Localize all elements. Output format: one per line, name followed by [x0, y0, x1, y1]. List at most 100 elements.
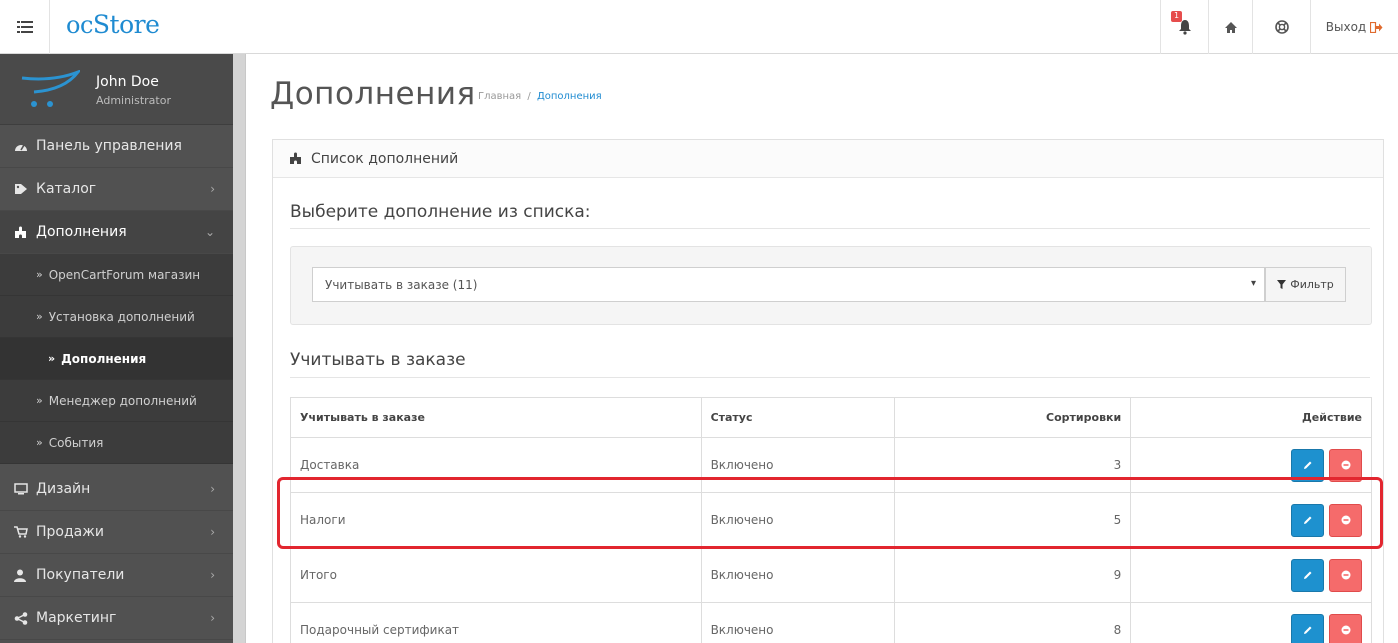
cell-name: Налоги [290, 492, 702, 548]
extensions-panel: Список дополнений Выберите дополнение из… [272, 139, 1384, 643]
section-heading: Учитывать в заказе [290, 350, 466, 370]
select-heading: Выберите дополнение из списка: [290, 202, 591, 222]
sidebar-subitem-label: Менеджер дополнений [48, 393, 197, 408]
logo[interactable]: ocStore [66, 10, 160, 40]
sidebar-subitem-installer[interactable]: » Установка дополнений [0, 296, 233, 338]
cell-name: Итого [290, 547, 702, 603]
cell-actions [1130, 547, 1372, 603]
sidebar-item-dashboard[interactable]: Панель управления [0, 125, 233, 168]
filter-well: Учитывать в заказе (11) ▾ Фильтр [290, 246, 1372, 325]
minus-circle-icon [1341, 625, 1350, 635]
breadcrumb-extensions[interactable]: Дополнения [537, 91, 602, 102]
uninstall-button[interactable] [1329, 558, 1362, 592]
double-chevron-icon: » [36, 268, 43, 281]
sidebar-item-customers[interactable]: Покупатели › [0, 554, 233, 597]
panel-heading: Список дополнений [273, 140, 1383, 178]
cell-status: Включено [700, 492, 896, 548]
table-row: Итого Включено 9 [290, 547, 1372, 603]
profile-role: Administrator [96, 94, 171, 107]
logo-store: Store [92, 10, 160, 39]
uninstall-button[interactable] [1329, 503, 1362, 537]
sidebar-subitem-extensions[interactable]: » Дополнения [0, 338, 233, 380]
table-row: Подарочный сертификат Включено 8 [290, 602, 1372, 643]
user-icon [14, 569, 36, 582]
filter-button[interactable]: Фильтр [1265, 267, 1346, 302]
sidebar-subitem-events[interactable]: » События [0, 422, 233, 464]
pencil-icon [1303, 516, 1311, 524]
cell-sort: 3 [894, 437, 1132, 493]
sidebar-item-catalog[interactable]: Каталог › [0, 168, 233, 211]
sidebar-item-extensions[interactable]: Дополнения ⌄ [0, 211, 233, 254]
notifications-button[interactable]: 1 [1160, 0, 1208, 54]
filter-label: Фильтр [1290, 278, 1334, 291]
sidebar-subitem-label: События [48, 435, 104, 450]
home-icon [1224, 21, 1237, 33]
sidebar: John Doe Administrator Панель управления… [0, 54, 233, 643]
table-row: Доставка Включено 3 [290, 437, 1372, 493]
notification-badge: 1 [1171, 11, 1182, 22]
edit-button[interactable] [1291, 613, 1324, 643]
cell-sort: 8 [894, 602, 1132, 643]
sidebar-subitem-label: Дополнения [61, 351, 147, 366]
breadcrumb-separator: / [527, 91, 531, 102]
help-button[interactable] [1252, 0, 1310, 54]
extension-type-select[interactable]: Учитывать в заказе (11) ▾ [312, 267, 1265, 302]
monitor-icon [14, 483, 36, 495]
uninstall-button[interactable] [1329, 613, 1362, 643]
sidebar-item-marketing[interactable]: Маркетинг › [0, 597, 233, 640]
page-title: Дополнения [270, 76, 476, 112]
pencil-icon [1303, 626, 1311, 634]
top-header: ocStore 1 Выход [0, 0, 1398, 54]
cell-actions [1130, 492, 1372, 548]
menu-toggle-button[interactable] [0, 0, 50, 54]
column-header-status[interactable]: Статус [700, 397, 896, 438]
uninstall-button[interactable] [1329, 448, 1362, 482]
chevron-right-icon: › [210, 482, 215, 496]
column-header-action: Действие [1130, 397, 1372, 438]
cell-name: Подарочный сертификат [290, 602, 702, 643]
chevron-right-icon: › [210, 182, 215, 196]
extensions-table: Учитывать в заказе Статус Сортировки Дей… [290, 397, 1372, 643]
edit-button[interactable] [1291, 448, 1324, 482]
pencil-icon [1303, 571, 1311, 579]
sidebar-subitem-opencartforum[interactable]: » OpenCartForum магазин [0, 254, 233, 296]
sidebar-item-label: Маркетинг [36, 610, 117, 626]
chevron-right-icon: › [210, 525, 215, 539]
chevron-down-icon: ⌄ [204, 225, 215, 239]
sidebar-item-label: Панель управления [36, 138, 182, 154]
chevron-down-icon: ▾ [1250, 278, 1256, 289]
minus-circle-icon [1341, 570, 1350, 580]
double-chevron-icon: » [36, 310, 43, 323]
logout-button[interactable]: Выход [1310, 0, 1398, 54]
sidebar-subitem-modifications[interactable]: » Менеджер дополнений [0, 380, 233, 422]
sidebar-item-label: Каталог [36, 181, 97, 197]
edit-button[interactable] [1291, 503, 1324, 537]
double-chevron-icon: » [36, 436, 43, 449]
column-header-sort[interactable]: Сортировки [894, 397, 1132, 438]
sidebar-scroll-strip[interactable] [233, 54, 246, 643]
filter-icon [1277, 280, 1287, 289]
divider [290, 377, 1370, 378]
double-chevron-icon: » [36, 394, 43, 407]
cell-status: Включено [700, 602, 896, 643]
cell-actions [1130, 437, 1372, 493]
cell-sort: 9 [894, 547, 1132, 603]
pencil-icon [1303, 461, 1311, 469]
user-profile[interactable]: John Doe Administrator [0, 54, 233, 125]
sidebar-subitem-label: Установка дополнений [48, 309, 195, 324]
column-header-name[interactable]: Учитывать в заказе [290, 397, 702, 438]
sidebar-item-sales[interactable]: Продажи › [0, 511, 233, 554]
puzzle-icon [290, 152, 301, 164]
sidebar-item-design[interactable]: Дизайн › [0, 468, 233, 511]
edit-button[interactable] [1291, 558, 1324, 592]
sign-out-icon [1370, 21, 1383, 33]
home-button[interactable] [1208, 0, 1252, 54]
lifebuoy-icon [1274, 20, 1289, 34]
profile-name: John Doe [96, 74, 159, 90]
table-header-row: Учитывать в заказе Статус Сортировки Дей… [290, 397, 1372, 438]
cell-status: Включено [700, 547, 896, 603]
breadcrumb-home[interactable]: Главная [478, 91, 521, 102]
sidebar-item-label: Продажи [36, 524, 104, 540]
sidebar-subitem-label: OpenCartForum магазин [48, 267, 201, 282]
cell-status: Включено [700, 437, 896, 493]
